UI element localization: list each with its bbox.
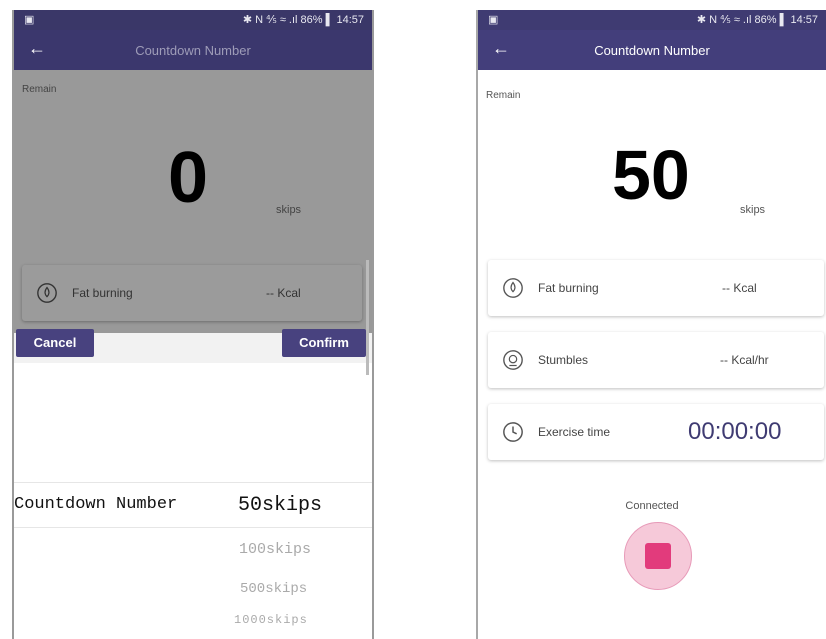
- stumbles-icon: [503, 350, 523, 370]
- fat-burning-value: -- Kcal: [722, 281, 757, 295]
- fat-burning-label: Fat burning: [72, 286, 133, 300]
- app-bar: ← Countdown Number: [478, 30, 826, 70]
- count-unit: skips: [276, 204, 302, 216]
- cancel-button[interactable]: Cancel: [16, 329, 94, 357]
- connection-status: Connected: [625, 500, 679, 512]
- divider: [14, 527, 372, 528]
- stumbles-label: Stumbles: [538, 353, 589, 367]
- status-bar: ▣ ✱ N ⅘ ≈ .ıl 86% ▌ 14:57: [14, 10, 372, 30]
- picker-label: Countdown Number: [14, 495, 178, 514]
- fat-burning-icon: [503, 278, 523, 298]
- image-icon: ▣: [24, 14, 35, 26]
- image-icon: ▣: [488, 14, 499, 26]
- picker-option[interactable]: 100skips: [239, 541, 311, 558]
- exercise-time-label: Exercise time: [538, 425, 611, 439]
- confirm-button[interactable]: Confirm: [282, 329, 366, 357]
- page-title: Countdown Number: [135, 43, 251, 58]
- exercise-time-value: 00:00:00: [688, 418, 782, 445]
- fat-burning-card: Fat burning -- Kcal: [488, 260, 824, 316]
- exercise-time-card: Exercise time 00:00:00: [488, 404, 824, 460]
- divider: [14, 482, 372, 483]
- picker-option[interactable]: 1000skips: [234, 613, 308, 627]
- stop-button[interactable]: [624, 522, 692, 590]
- page-title: Countdown Number: [594, 43, 710, 58]
- picker-option[interactable]: 500skips: [240, 581, 307, 597]
- fat-burning-label: Fat burning: [538, 281, 599, 295]
- fat-burning-value: -- Kcal: [266, 286, 301, 300]
- status-indicators: ✱ N ⅘ ≈ .ıl 86% ▌ 14:57: [242, 14, 364, 26]
- dimmed-overlay: Remain 0 skips Fat burning -- Kcal: [14, 70, 372, 333]
- clock-icon: [503, 422, 523, 442]
- right-phone-screen: ▣ ✱ N ⅘ ≈ .ıl 86% ▌ 14:57 ← Countdown Nu…: [476, 10, 826, 639]
- scrollbar[interactable]: [366, 260, 369, 375]
- stop-icon: [645, 543, 671, 569]
- remain-label: Remain: [22, 84, 57, 95]
- stumbles-card: Stumbles -- Kcal/hr: [488, 332, 824, 388]
- app-bar: ← Countdown Number: [14, 30, 372, 70]
- stumbles-value: -- Kcal/hr: [720, 353, 769, 367]
- count-unit: skips: [740, 204, 766, 216]
- fat-burning-card: Fat burning -- Kcal: [22, 265, 362, 321]
- fat-burning-icon: [37, 283, 57, 303]
- status-bar: ▣ ✱ N ⅘ ≈ .ıl 86% ▌ 14:57: [478, 10, 826, 30]
- remaining-count: 0: [168, 138, 209, 218]
- status-indicators: ✱ N ⅘ ≈ .ıl 86% ▌ 14:57: [696, 14, 818, 26]
- picker-selected-option[interactable]: 50skips: [238, 494, 322, 517]
- remaining-count: 50: [612, 136, 690, 214]
- remain-label: Remain: [486, 90, 521, 101]
- left-phone-screen: ▣ ✱ N ⅘ ≈ .ıl 86% ▌ 14:57 ← Countdown Nu…: [12, 10, 374, 639]
